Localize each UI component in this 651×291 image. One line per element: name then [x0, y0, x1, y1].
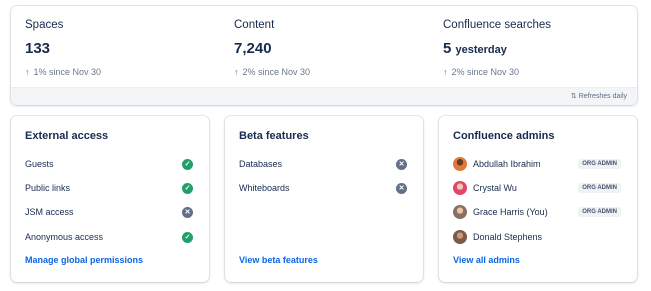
- stats-footer: ⇅ Refreshes daily: [11, 87, 637, 105]
- view-all-admins-link[interactable]: View all admins: [453, 255, 520, 265]
- admin-row[interactable]: Grace Harris (You) ORG ADMIN: [453, 204, 621, 220]
- admin-name: Grace Harris (You): [473, 207, 548, 217]
- stat-content: Content 7,240 ↑ 2% since Nov 30: [234, 19, 310, 77]
- external-access-card: External access Guests ✓ Public links ✓ …: [11, 116, 209, 282]
- stats-card: Spaces 133 ↑ 1% since Nov 30 Content 7,24…: [11, 6, 637, 105]
- list-item-whiteboards: Whiteboards ✕: [239, 180, 407, 196]
- refresh-label: Refreshes daily: [578, 93, 627, 100]
- card-title: External access: [25, 130, 109, 142]
- admin-row[interactable]: Donald Stephens: [453, 229, 621, 245]
- check-icon: ✓: [182, 158, 193, 170]
- stat-change: ↑ 2% since Nov 30: [234, 67, 310, 77]
- list-item-guests: Guests ✓: [25, 156, 193, 172]
- list-item-public-links: Public links ✓: [25, 180, 193, 196]
- stat-label: Content: [234, 19, 275, 31]
- avatar: [453, 157, 467, 171]
- stat-value: 133: [25, 40, 51, 57]
- stat-change-text: 1% since Nov 30: [33, 67, 102, 77]
- row-label: Databases: [239, 159, 283, 169]
- org-admin-badge: ORG ADMIN: [578, 183, 621, 193]
- org-admin-badge: ORG ADMIN: [578, 159, 621, 169]
- row-label: Guests: [25, 159, 54, 169]
- cross-icon: ✕: [396, 182, 407, 194]
- row-label: Anonymous access: [25, 232, 104, 242]
- manage-global-permissions-link[interactable]: Manage global permissions: [25, 255, 143, 265]
- avatar: [453, 230, 467, 244]
- stat-change: ↑ 1% since Nov 30: [25, 67, 101, 77]
- stat-searches: Confluence searches 5 yesterday ↑ 2% sinc…: [443, 19, 551, 77]
- admin-row[interactable]: Crystal Wu ORG ADMIN: [453, 180, 621, 196]
- check-icon: ✓: [182, 182, 193, 194]
- row-label: Public links: [25, 183, 71, 193]
- view-beta-features-link[interactable]: View beta features: [239, 255, 318, 265]
- stat-value-suffix: yesterday: [455, 44, 507, 56]
- cross-icon: ✕: [396, 158, 407, 170]
- stat-value: 7,240: [234, 40, 272, 57]
- stat-label: Spaces: [25, 19, 64, 31]
- card-title: Confluence admins: [453, 130, 555, 142]
- row-label: JSM access: [25, 207, 74, 217]
- admin-name: Crystal Wu: [473, 183, 517, 193]
- beta-features-card: Beta features Databases ✕ Whiteboards ✕ …: [225, 116, 423, 282]
- row-label: Whiteboards: [239, 183, 290, 193]
- list-item-databases: Databases ✕: [239, 156, 407, 172]
- refresh-icon: ⇅: [570, 93, 577, 100]
- refresh-note: ⇅ Refreshes daily: [571, 92, 627, 100]
- stat-label: Confluence searches: [443, 19, 552, 31]
- stat-value-number: 5: [443, 40, 452, 57]
- cross-icon: ✕: [182, 206, 193, 218]
- admin-name: Abdullah Ibrahim: [473, 159, 541, 169]
- stat-spaces: Spaces 133 ↑ 1% since Nov 30: [25, 19, 101, 77]
- stat-value: 5 yesterday: [443, 40, 551, 57]
- confluence-admins-card: Confluence admins Abdullah Ibrahim ORG A…: [439, 116, 637, 282]
- card-title: Beta features: [239, 130, 309, 142]
- list-item-jsm-access: JSM access ✕: [25, 204, 193, 220]
- list-item-anonymous-access: Anonymous access ✓: [25, 229, 193, 245]
- stat-change: ↑ 2% since Nov 30: [443, 67, 551, 77]
- avatar: [453, 181, 467, 195]
- arrow-up-icon: ↑: [443, 67, 448, 77]
- avatar: [453, 205, 467, 219]
- admin-row[interactable]: Abdullah Ibrahim ORG ADMIN: [453, 156, 621, 172]
- stat-change-text: 2% since Nov 30: [451, 67, 520, 77]
- stat-change-text: 2% since Nov 30: [242, 67, 311, 77]
- check-icon: ✓: [182, 231, 193, 243]
- admin-name: Donald Stephens: [473, 232, 543, 242]
- org-admin-badge: ORG ADMIN: [578, 207, 621, 217]
- arrow-up-icon: ↑: [25, 67, 30, 77]
- arrow-up-icon: ↑: [234, 67, 239, 77]
